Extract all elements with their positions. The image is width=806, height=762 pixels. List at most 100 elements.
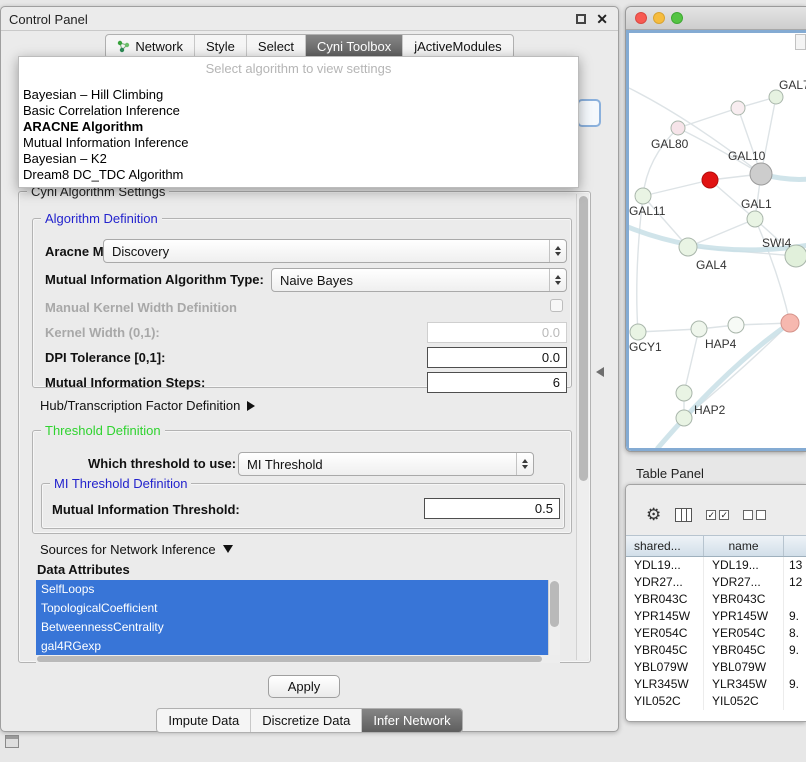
which-threshold-select[interactable]: MI Threshold xyxy=(238,452,534,476)
tab-style[interactable]: Style xyxy=(195,35,247,58)
algorithm-option[interactable]: Dream8 DC_TDC Algorithm xyxy=(19,167,578,183)
network-node[interactable] xyxy=(750,163,772,185)
expand-right-icon xyxy=(247,401,255,411)
table-cell: YIL052C xyxy=(626,693,704,710)
network-node-label: SWI4 xyxy=(762,236,792,250)
network-node[interactable] xyxy=(702,172,718,188)
aracne-mode-select[interactable]: Discovery xyxy=(103,239,567,263)
network-edge xyxy=(643,180,710,196)
table-row[interactable]: YBR043CYBR043C xyxy=(626,591,806,608)
tab-infer-network[interactable]: Infer Network xyxy=(362,709,461,732)
column-header-name[interactable]: name xyxy=(704,536,784,556)
minimize-window-icon[interactable] xyxy=(653,12,665,24)
network-node[interactable] xyxy=(671,121,685,135)
network-svg: GAL80GAL7GAL10GAL11GAL1SWI4GAL4GCY1HAP4H… xyxy=(629,33,806,451)
table-cell: 9. xyxy=(784,608,806,625)
network-node[interactable] xyxy=(635,188,651,204)
network-node[interactable] xyxy=(769,90,783,104)
close-panel-icon[interactable]: ✕ xyxy=(596,11,608,28)
network-node[interactable] xyxy=(731,101,745,115)
network-node-label: HAP2 xyxy=(694,403,726,417)
mi-threshold-label: Mutual Information Threshold: xyxy=(52,502,240,517)
sources-section-header[interactable]: Sources for Network Inference xyxy=(40,542,233,557)
data-attribute-item[interactable]: SelfLoops xyxy=(36,580,560,599)
mi-threshold-input[interactable]: 0.5 xyxy=(424,498,560,519)
table-row[interactable]: YDR27...YDR27...12 xyxy=(626,574,806,591)
network-node[interactable] xyxy=(747,211,763,227)
network-node[interactable] xyxy=(676,385,692,401)
column-header-extra[interactable] xyxy=(784,536,806,556)
table-row[interactable]: YBR045CYBR045C9. xyxy=(626,642,806,659)
dpi-tolerance-input[interactable]: 0.0 xyxy=(427,347,567,368)
table-toolbar: ⚙ ✓ ✓ xyxy=(626,501,806,529)
algorithm-definition-title: Algorithm Definition xyxy=(41,211,162,226)
table-cell: YBL079W xyxy=(626,659,704,676)
attributes-hscrollbar[interactable] xyxy=(36,655,560,663)
table-cell: YDR27... xyxy=(626,574,704,591)
network-node[interactable] xyxy=(630,324,646,340)
combo-arrows-icon xyxy=(549,269,566,291)
attributes-scrollbar[interactable] xyxy=(548,580,560,656)
expand-down-icon xyxy=(223,545,233,553)
network-node[interactable] xyxy=(679,238,697,256)
deselect-all-columns-icon[interactable] xyxy=(743,510,766,520)
tab-jactivemodules[interactable]: jActiveModules xyxy=(403,35,512,58)
table-cell: YER054C xyxy=(626,625,704,642)
network-canvas[interactable]: GAL80GAL7GAL10GAL11GAL1SWI4GAL4GCY1HAP4H… xyxy=(626,30,806,451)
zoom-window-icon[interactable] xyxy=(671,12,683,24)
table-cell xyxy=(784,693,806,710)
combo-arrows-icon xyxy=(516,453,533,475)
which-threshold-value: MI Threshold xyxy=(239,457,516,472)
table-cell: YBR043C xyxy=(704,591,784,608)
table-row[interactable]: YLR345WYLR345W9. xyxy=(626,676,806,693)
data-attribute-item[interactable]: TopologicalCoefficient xyxy=(36,599,560,618)
table-row[interactable]: YPR145WYPR145W9. xyxy=(626,608,806,625)
minimized-panel-icon[interactable] xyxy=(5,735,19,748)
hub-section-header[interactable]: Hub/Transcription Factor Definition xyxy=(40,398,255,413)
network-window-titlebar[interactable] xyxy=(626,7,806,30)
float-panel-icon[interactable] xyxy=(576,14,586,24)
table-row[interactable]: YDL19...YDL19...13 xyxy=(626,557,806,574)
panel-title: Control Panel xyxy=(9,12,88,27)
table-cell: YBR045C xyxy=(704,642,784,659)
control-panel-window: Control Panel ✕ Network Style Select Cyn… xyxy=(0,6,619,732)
network-node[interactable] xyxy=(781,314,799,332)
data-attribute-item[interactable]: BetweennessCentrality xyxy=(36,618,560,637)
apply-button[interactable]: Apply xyxy=(268,675,340,698)
manual-kernel-width-checkbox[interactable] xyxy=(550,299,563,312)
network-node[interactable] xyxy=(691,321,707,337)
manual-kernel-width-label: Manual Kernel Width Definition xyxy=(45,300,237,315)
algorithm-dropdown[interactable]: Select algorithm to view settings Bayesi… xyxy=(18,56,579,188)
dpi-tolerance-label: DPI Tolerance [0,1]: xyxy=(45,350,165,365)
tab-network[interactable]: Network xyxy=(106,35,195,58)
mi-algorithm-type-select[interactable]: Naive Bayes xyxy=(271,268,567,292)
gear-icon[interactable]: ⚙ xyxy=(646,505,661,525)
columns-icon[interactable] xyxy=(675,508,692,522)
algorithm-option[interactable]: Bayesian – Hill Climbing xyxy=(19,87,578,103)
settings-scrollbar[interactable] xyxy=(576,194,589,660)
canvas-scrollbar-fragment[interactable] xyxy=(795,34,806,50)
select-all-columns-icon[interactable]: ✓ ✓ xyxy=(706,510,729,520)
close-window-icon[interactable] xyxy=(635,12,647,24)
table-body: YDL19...YDL19...13YDR27...YDR27...12YBR0… xyxy=(626,557,806,721)
tab-select[interactable]: Select xyxy=(247,35,306,58)
table-row[interactable]: YIL052CYIL052C xyxy=(626,693,806,710)
bottom-tab-bar: Impute Data Discretize Data Infer Networ… xyxy=(1,708,618,733)
algorithm-option[interactable]: Basic Correlation Inference xyxy=(19,103,578,119)
algorithm-option[interactable]: ARACNE Algorithm xyxy=(19,119,578,135)
table-row[interactable]: YBL079WYBL079W xyxy=(626,659,806,676)
tab-cyni-toolbox[interactable]: Cyni Toolbox xyxy=(306,35,403,58)
network-node[interactable] xyxy=(728,317,744,333)
table-row[interactable]: YER054CYER054C8. xyxy=(626,625,806,642)
combo-arrows-icon xyxy=(549,240,566,262)
mi-steps-input[interactable]: 6 xyxy=(427,372,567,393)
algorithm-option[interactable]: Bayesian – K2 xyxy=(19,151,578,167)
data-attribute-item[interactable]: gal4RGexp xyxy=(36,637,560,656)
column-header-shared-name[interactable]: shared... xyxy=(626,536,704,556)
network-node[interactable] xyxy=(676,410,692,426)
tab-discretize-data[interactable]: Discretize Data xyxy=(251,709,362,732)
splitter-collapse-arrow[interactable] xyxy=(596,367,604,377)
tab-impute-data[interactable]: Impute Data xyxy=(157,709,251,732)
algorithm-combo-fragment xyxy=(577,99,601,127)
algorithm-option[interactable]: Mutual Information Inference xyxy=(19,135,578,151)
